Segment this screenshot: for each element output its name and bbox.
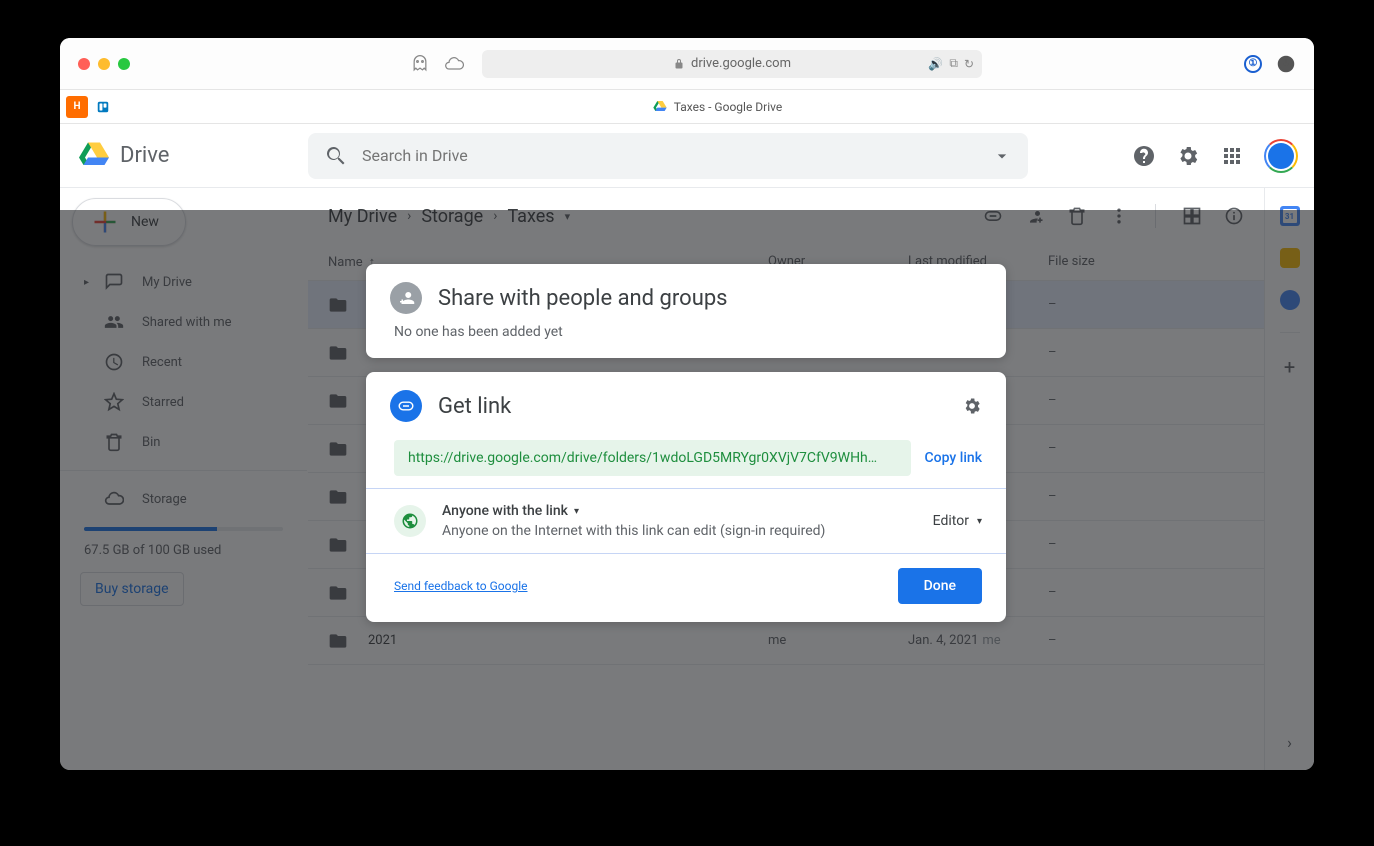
address-bar[interactable]: drive.google.com 🔊 ⧉ ↻ [482, 50, 982, 78]
copy-link-button[interactable]: Copy link [925, 450, 982, 466]
access-scope-label[interactable]: Anyone with the link [442, 503, 568, 519]
audio-icon[interactable]: 🔊 [928, 57, 943, 71]
tab-title-text: Taxes - Google Drive [674, 100, 783, 114]
1password-icon[interactable]: ① [1244, 55, 1262, 73]
share-subtitle: No one has been added yet [366, 324, 1006, 358]
settings-icon[interactable] [1176, 144, 1200, 168]
feedback-link[interactable]: Send feedback to Google [394, 579, 528, 593]
maximize-window-button[interactable] [118, 58, 130, 70]
reload-icon[interactable]: ↻ [964, 57, 974, 71]
apps-grid-icon[interactable] [1220, 144, 1244, 168]
chevron-down-icon: ▾ [977, 516, 982, 527]
getlink-title: Get link [438, 394, 511, 419]
search-bar[interactable] [308, 133, 1028, 179]
share-link-field[interactable]: https://drive.google.com/drive/folders/1… [394, 440, 911, 476]
share-dialog: Share with people and groups No one has … [366, 264, 1006, 636]
share-card: Share with people and groups No one has … [366, 264, 1006, 358]
drive-favicon-icon [652, 99, 668, 115]
url-text: drive.google.com [691, 56, 791, 71]
done-button[interactable]: Done [898, 568, 982, 604]
link-icon [390, 390, 422, 422]
globe-icon [394, 505, 426, 537]
active-tab[interactable]: Taxes - Google Drive [120, 99, 1314, 115]
role-label: Editor [933, 513, 969, 529]
search-options-icon[interactable] [992, 146, 1012, 166]
getlink-card: Get link https://drive.google.com/drive/… [366, 372, 1006, 622]
downloads-icon[interactable] [1276, 54, 1296, 74]
tab-bar: H Taxes - Google Drive [60, 90, 1314, 124]
traffic-lights [78, 58, 130, 70]
drive-logo-text: Drive [120, 143, 169, 168]
lock-icon [673, 58, 685, 70]
chevron-down-icon[interactable]: ▾ [574, 506, 579, 517]
pip-icon[interactable]: ⧉ [949, 56, 958, 71]
minimize-window-button[interactable] [98, 58, 110, 70]
drive-logo[interactable]: Drive [76, 138, 308, 174]
person-add-icon [390, 282, 422, 314]
role-selector[interactable]: Editor ▾ [933, 513, 982, 529]
browser-window: drive.google.com 🔊 ⧉ ↻ ① H Taxes - Googl… [60, 38, 1314, 770]
pinned-tab-1[interactable]: H [66, 96, 88, 118]
share-title: Share with people and groups [438, 286, 728, 311]
app-header: Drive [60, 124, 1314, 188]
access-description: Anyone on the Internet with this link ca… [442, 523, 825, 539]
titlebar: drive.google.com 🔊 ⧉ ↻ ① [60, 38, 1314, 90]
drive-logo-icon [76, 138, 112, 174]
close-window-button[interactable] [78, 58, 90, 70]
cloud-extension-icon[interactable] [444, 54, 464, 74]
search-input[interactable] [362, 146, 978, 165]
search-icon [324, 144, 348, 168]
account-avatar[interactable] [1264, 139, 1298, 173]
ghost-extension-icon[interactable] [410, 54, 430, 74]
pinned-tab-2[interactable] [92, 96, 114, 118]
link-settings-icon[interactable] [962, 396, 982, 416]
support-icon[interactable] [1132, 144, 1156, 168]
